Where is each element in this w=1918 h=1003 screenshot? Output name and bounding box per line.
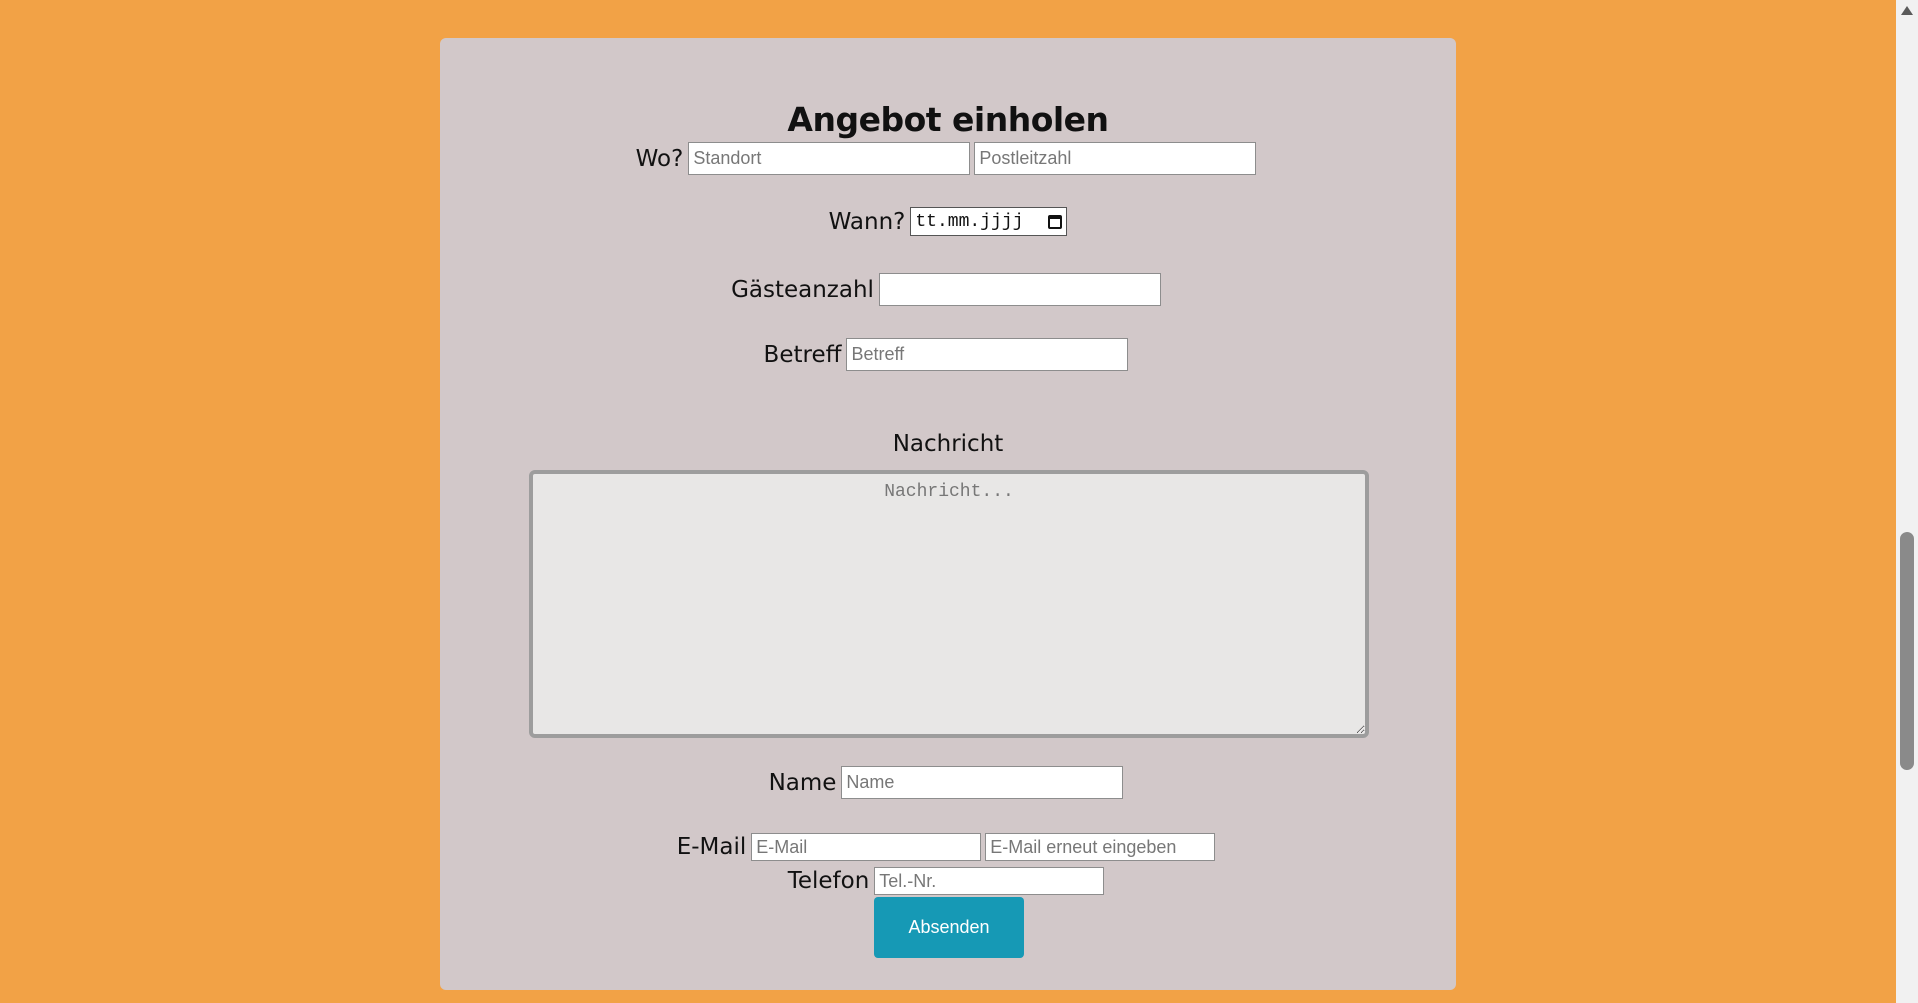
calendar-icon[interactable] [1048, 214, 1063, 229]
email-confirm-input[interactable] [985, 833, 1216, 861]
guests-label: Gästeanzahl [731, 276, 874, 303]
where-label: Wo? [635, 145, 684, 172]
submit-button[interactable]: Absenden [874, 897, 1024, 958]
date-input[interactable]: tt.mm.jjjj [910, 207, 1068, 236]
phone-row: Telefon [440, 867, 1456, 895]
guests-row: Gästeanzahl [440, 273, 1456, 306]
name-label: Name [768, 769, 837, 796]
subject-label: Betreff [763, 341, 842, 368]
message-label: Nachricht [892, 431, 1004, 457]
scrollbar[interactable] [1896, 0, 1918, 1003]
when-label: Wann? [828, 208, 906, 235]
name-row: Name [440, 766, 1456, 799]
email-row: E-Mail [440, 833, 1456, 861]
email-input[interactable] [751, 833, 982, 861]
subject-row: Betreff [440, 338, 1456, 371]
when-row: Wann? tt.mm.jjjj [440, 207, 1456, 236]
scroll-up-arrow-icon[interactable] [1901, 6, 1913, 15]
guests-input[interactable] [878, 273, 1161, 306]
form-title: Angebot einholen [787, 100, 1109, 139]
name-input[interactable] [841, 766, 1124, 799]
scrollbar-thumb[interactable] [1900, 532, 1914, 770]
location-input[interactable] [688, 142, 971, 175]
quote-form-card: Angebot einholen Wo? Wann? tt.mm.jjjj Gäs… [440, 38, 1456, 990]
date-value: tt.mm.jjjj [915, 211, 1024, 232]
zip-input[interactable] [974, 142, 1257, 175]
phone-input[interactable] [874, 867, 1105, 895]
email-label: E-Mail [676, 834, 747, 860]
where-row: Wo? [440, 142, 1456, 175]
message-textarea[interactable] [529, 470, 1369, 738]
subject-input[interactable] [846, 338, 1129, 371]
phone-label: Telefon [787, 868, 870, 894]
